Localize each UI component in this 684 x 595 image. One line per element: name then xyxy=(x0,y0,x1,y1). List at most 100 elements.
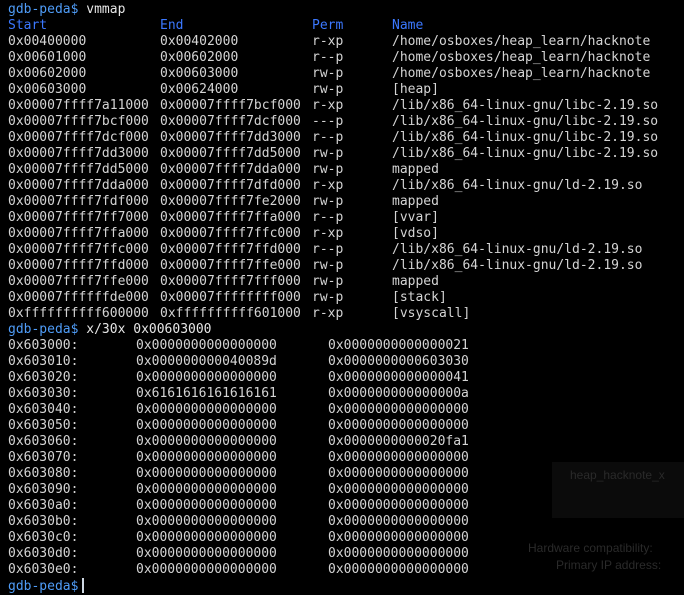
memory-row: 0x6030d0: 0x0000000000000000 0x00000000000… xyxy=(8,546,678,562)
row-end: 0x00007ffff7ffd000 xyxy=(160,242,301,257)
vmmap-row: 0x00007ffff7ffd000 0x00007ffff7ffe000 rw-p… xyxy=(8,258,678,274)
row-perm: rw-p xyxy=(312,82,344,97)
row-start: 0x00007ffff7ff7000 xyxy=(8,210,149,225)
vmmap-row: 0x00602000 0x00603000 rw-p/home/osboxes/he… xyxy=(8,66,678,82)
memory-value: 0x0000000000000000 xyxy=(328,546,469,561)
row-end: 0x00402000 xyxy=(160,34,239,49)
memory-row: 0x603000: 0x0000000000000000 0x00000000000… xyxy=(8,338,678,354)
row-end: 0x00603000 xyxy=(160,66,239,81)
row-end: 0xffffffffff601000 xyxy=(160,306,301,321)
row-end: 0x00007ffff7dd5000 xyxy=(160,146,301,161)
terminal-window[interactable]: heap_hacknote_x Hardware compatibility: … xyxy=(0,0,684,595)
vmmap-row: 0x00007ffff7ffa000 0x00007ffff7ffc000 r-xp… xyxy=(8,226,678,242)
prompt: gdb-peda$ xyxy=(8,322,79,337)
row-perm: rw-p xyxy=(312,274,344,289)
row-name: /home/osboxes/heap_learn/hacknote xyxy=(392,66,651,81)
command-text: vmmap xyxy=(86,2,126,17)
command-line-examine: gdb-peda$ x/30x 0x00603000 xyxy=(8,322,212,338)
row-start: 0x00007ffffffde000 xyxy=(8,290,149,305)
memory-value: 0x0000000000020fa1 xyxy=(328,434,469,449)
row-start: 0x00007ffff7ffc000 xyxy=(8,242,149,257)
row-perm: r--p xyxy=(312,210,344,225)
row-name: [heap] xyxy=(392,82,439,97)
memory-value: 0x0000000000000000 xyxy=(136,466,277,481)
prompt: gdb-peda$ xyxy=(8,2,79,17)
memory-row: 0x603080: 0x0000000000000000 0x00000000000… xyxy=(8,466,678,482)
row-perm: r--p xyxy=(312,130,344,145)
row-perm: rw-p xyxy=(312,194,344,209)
memory-value: 0x0000000000000000 xyxy=(328,498,469,513)
memory-address: 0x6030b0: xyxy=(8,514,79,529)
row-start: 0x00400000 xyxy=(8,34,87,49)
prompt: gdb-peda$ xyxy=(8,579,79,594)
row-name: [stack] xyxy=(392,290,447,305)
row-end: 0x00007ffffffff000 xyxy=(160,290,301,305)
memory-address: 0x603040: xyxy=(8,402,79,417)
memory-row: 0x6030c0: 0x0000000000000000 0x00000000000… xyxy=(8,530,678,546)
row-perm: ---p xyxy=(312,114,344,129)
row-perm: rw-p xyxy=(312,290,344,305)
row-end: 0x00007ffff7ffe000 xyxy=(160,258,301,273)
memory-value: 0x0000000000000000 xyxy=(136,370,277,385)
row-name: /lib/x86_64-linux-gnu/libc-2.19.so xyxy=(392,98,659,113)
row-perm: r-xp xyxy=(312,98,344,113)
row-start: 0x00007ffff7ffa000 xyxy=(8,226,149,241)
row-end: 0x00007ffff7dda000 xyxy=(160,162,301,177)
text-cursor xyxy=(82,578,85,593)
memory-value: 0x0000000000000000 xyxy=(136,482,277,497)
vmmap-row: 0x00603000 0x00624000 rw-p [heap] xyxy=(8,82,678,98)
row-end: 0x00007ffff7dd3000 xyxy=(160,130,301,145)
row-name: /home/osboxes/heap_learn/hacknote xyxy=(392,34,651,49)
vmmap-row: 0x00601000 0x00602000 r--p/home/osboxes/he… xyxy=(8,50,678,66)
header-start: Start xyxy=(8,18,48,33)
memory-address: 0x6030c0: xyxy=(8,530,79,545)
memory-address: 0x603030: xyxy=(8,386,79,401)
memory-row: 0x603010: 0x000000000040089d 0x00000000006… xyxy=(8,354,678,370)
row-perm: r-xp xyxy=(312,178,344,193)
memory-address: 0x6030a0: xyxy=(8,498,79,513)
memory-value: 0x0000000000000000 xyxy=(328,514,469,529)
row-start: 0x00007ffff7a11000 xyxy=(8,98,149,113)
memory-row: 0x603070: 0x0000000000000000 0x00000000000… xyxy=(8,450,678,466)
row-name: /lib/x86_64-linux-gnu/ld-2.19.so xyxy=(392,178,643,193)
row-end: 0x00007ffff7dfd000 xyxy=(160,178,301,193)
command-line-current[interactable]: gdb-peda$ xyxy=(8,578,85,594)
memory-value: 0x0000000000000000 xyxy=(328,530,469,545)
row-name: /lib/x86_64-linux-gnu/libc-2.19.so xyxy=(392,130,659,145)
memory-row: 0x603050: 0x0000000000000000 0x00000000000… xyxy=(8,418,678,434)
memory-address: 0x603010: xyxy=(8,354,79,369)
memory-value: 0x000000000000000a xyxy=(328,386,469,401)
row-perm: r-xp xyxy=(312,226,344,241)
vmmap-row: 0x00007ffff7dd3000 0x00007ffff7dd5000 rw-p… xyxy=(8,146,678,162)
memory-value: 0x0000000000000000 xyxy=(136,546,277,561)
row-start: 0xffffffffff600000 xyxy=(8,306,149,321)
memory-value: 0x0000000000000000 xyxy=(328,482,469,497)
memory-value: 0x0000000000000000 xyxy=(136,514,277,529)
memory-value: 0x0000000000000000 xyxy=(136,562,277,577)
memory-address: 0x603060: xyxy=(8,434,79,449)
memory-value: 0x0000000000000000 xyxy=(136,434,277,449)
row-name: [vvar] xyxy=(392,210,439,225)
row-start: 0x00603000 xyxy=(8,82,87,97)
memory-address: 0x6030e0: xyxy=(8,562,79,577)
row-name: mapped xyxy=(392,274,439,289)
memory-value: 0x0000000000000000 xyxy=(136,530,277,545)
memory-row: 0x603040: 0x0000000000000000 0x00000000000… xyxy=(8,402,678,418)
header-name: Name xyxy=(392,18,424,33)
memory-row: 0x6030a0: 0x0000000000000000 0x00000000000… xyxy=(8,498,678,514)
row-perm: r-xp xyxy=(312,306,344,321)
vmmap-row: 0x00007ffff7dcf000 0x00007ffff7dd3000 r--p… xyxy=(8,130,678,146)
row-name: /lib/x86_64-linux-gnu/ld-2.19.so xyxy=(392,242,643,257)
memory-row: 0x603030: 0x6161616161616161 0x00000000000… xyxy=(8,386,678,402)
row-end: 0x00007ffff7dcf000 xyxy=(160,114,301,129)
memory-value: 0x0000000000000041 xyxy=(328,370,469,385)
memory-value: 0x0000000000000021 xyxy=(328,338,469,353)
vmmap-row: 0x00400000 0x00402000 r-xp/home/osboxes/he… xyxy=(8,34,678,50)
row-start: 0x00007ffff7dcf000 xyxy=(8,130,149,145)
memory-address: 0x6030d0: xyxy=(8,546,79,561)
memory-value: 0x0000000000000000 xyxy=(136,402,277,417)
row-name: /lib/x86_64-linux-gnu/libc-2.19.so xyxy=(392,114,659,129)
row-perm: rw-p xyxy=(312,66,344,81)
row-perm: rw-p xyxy=(312,162,344,177)
row-name: /lib/x86_64-linux-gnu/ld-2.19.so xyxy=(392,258,643,273)
